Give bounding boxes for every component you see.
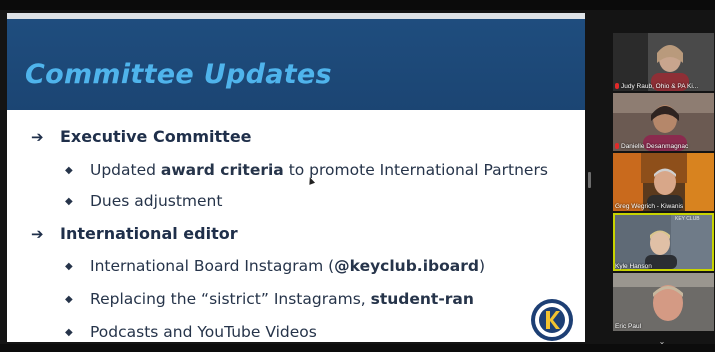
participant-name: Judy Raub, Ohio & PA Ki...	[613, 83, 700, 90]
participant-tile[interactable]: Danielle Desanmagnac	[613, 93, 714, 151]
diamond-bullet-icon: ◆	[65, 294, 73, 305]
diamond-bullet-icon: ◆	[65, 327, 73, 338]
slide-title: Committee Updates	[25, 59, 332, 90]
window-top-bar	[0, 0, 715, 10]
participant-name: Danielle Desanmagnac	[613, 143, 690, 150]
diamond-bullet-icon: ◆	[65, 261, 73, 272]
diamond-bullet-icon: ◆	[65, 165, 73, 176]
diamond-bullet-icon: ◆	[65, 196, 73, 207]
arrow-icon: ➔	[31, 128, 44, 146]
participant-tile[interactable]: Greg Wegrich - Kiwanis	[613, 153, 714, 211]
bullet-award-criteria: ◆ Updated award criteria to promote Inter…	[65, 161, 548, 179]
participant-tile[interactable]: Judy Raub, Ohio & PA Ki...	[613, 33, 714, 91]
bullet-podcasts: ◆ Podcasts and YouTube Videos	[65, 323, 317, 341]
bullet-executive-committee: ➔ Executive Committee	[31, 127, 252, 146]
participant-name: Kyle Hanson	[615, 263, 652, 270]
panel-resize-handle[interactable]	[588, 172, 591, 188]
background-overlay-text: KEY CLUB	[675, 216, 700, 222]
arrow-icon: ➔	[31, 225, 44, 243]
muted-mic-icon	[615, 143, 619, 149]
bullet-dues-adjustment: ◆ Dues adjustment	[65, 192, 223, 210]
bullet-replacing-instagrams: ◆ Replacing the “sistrict” Instagrams, st…	[65, 290, 474, 308]
window-bottom-bar	[0, 344, 715, 352]
muted-mic-icon	[615, 83, 619, 89]
participant-name: Greg Wegrich - Kiwanis	[615, 203, 684, 210]
participant-name: Eric Paul	[615, 323, 642, 330]
bullet-list: ➔ Executive Committee ◆ Updated award crit…	[7, 110, 585, 342]
bullet-instagram: ◆ International Board Instagram (@keyclub…	[65, 257, 486, 275]
participant-tile-active-speaker[interactable]: KEY CLUB Kyle Hanson	[613, 213, 714, 271]
shared-screen-slide: Committee Updates ➔ Executive Committee ◆…	[7, 13, 585, 342]
participant-tile[interactable]: Eric Paul	[613, 273, 714, 331]
slide-header: Committee Updates	[7, 19, 585, 110]
key-club-logo-icon	[531, 299, 573, 341]
bullet-international-editor: ➔ International editor	[31, 224, 238, 243]
